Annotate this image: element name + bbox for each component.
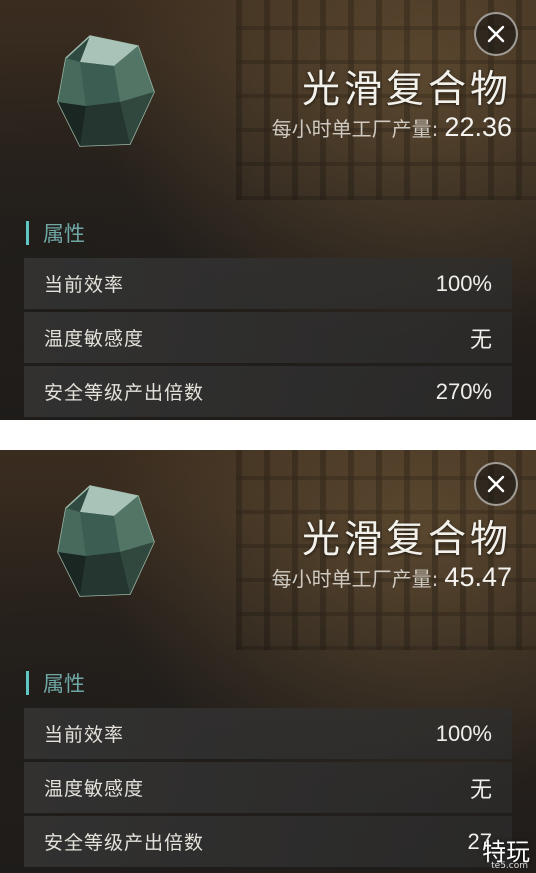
close-button[interactable] <box>474 462 518 506</box>
resource-panel-2: 光滑复合物 每小时单工厂产量: 45.47 属性 当前效率 100% 温度敏感度… <box>0 450 536 873</box>
attribute-row: 安全等级产出倍数 270% <box>24 366 512 417</box>
production-rate: 每小时单工厂产量: 45.47 <box>272 562 512 593</box>
attribute-value: 100% <box>435 720 492 746</box>
attribute-value: 100% <box>435 270 492 296</box>
rate-label: 每小时单工厂产量: <box>271 117 439 141</box>
attribute-label: 安全等级产出倍数 <box>44 382 205 404</box>
attribute-value: 270% <box>435 378 492 404</box>
attribute-list: 当前效率 100% 温度敏感度 无 安全等级产出倍数 270% <box>24 258 512 420</box>
rate-value: 22.36 <box>444 112 512 142</box>
close-icon <box>487 25 505 43</box>
rate-label: 每小时单工厂产量: <box>271 567 439 591</box>
section-accent-bar <box>26 671 29 695</box>
close-button[interactable] <box>474 12 518 56</box>
item-title: 光滑复合物 <box>301 67 512 111</box>
attribute-row: 安全等级产出倍数 27 <box>24 816 512 867</box>
attribute-label: 温度敏感度 <box>44 328 145 350</box>
attribute-label: 当前效率 <box>44 274 125 296</box>
section-title: 属性 <box>43 222 85 246</box>
crystal-icon <box>57 35 155 147</box>
attributes-section: 属性 <box>26 218 85 248</box>
resource-panel-1: 光滑复合物 每小时单工厂产量: 22.36 属性 当前效率 100% 温度敏感度… <box>0 0 536 420</box>
attribute-label: 安全等级产出倍数 <box>44 832 205 854</box>
attribute-label: 温度敏感度 <box>44 778 145 800</box>
item-title: 光滑复合物 <box>301 517 512 561</box>
rate-value: 45.47 <box>444 562 512 592</box>
attribute-row: 温度敏感度 无 <box>24 312 512 363</box>
section-title: 属性 <box>43 672 85 696</box>
attribute-list: 当前效率 100% 温度敏感度 无 安全等级产出倍数 27 <box>24 708 512 870</box>
close-icon <box>487 475 505 493</box>
attribute-row: 当前效率 100% <box>24 258 512 309</box>
attribute-row: 当前效率 100% <box>24 708 512 759</box>
attribute-value: 无 <box>469 326 492 352</box>
production-rate: 每小时单工厂产量: 22.36 <box>272 112 512 143</box>
attributes-section: 属性 <box>26 668 85 698</box>
attribute-row: 温度敏感度 无 <box>24 762 512 813</box>
watermark-domain: te5.com <box>491 861 528 871</box>
attribute-value: 无 <box>469 776 492 802</box>
crystal-icon <box>57 485 155 597</box>
attribute-label: 当前效率 <box>44 724 125 746</box>
section-accent-bar <box>26 221 29 245</box>
